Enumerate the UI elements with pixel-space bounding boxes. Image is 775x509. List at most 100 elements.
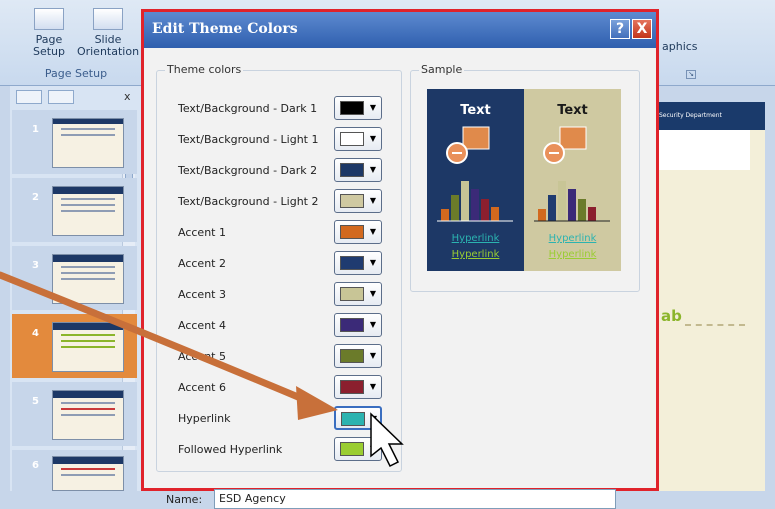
sample-followed-hyperlink: Hyperlink bbox=[451, 249, 500, 260]
dropdown-arrow-icon: ▼ bbox=[369, 258, 377, 267]
theme-color-label: Text/Background - Light 2 bbox=[178, 195, 319, 208]
color-swatch bbox=[340, 132, 364, 146]
dropdown-arrow-icon: ▼ bbox=[369, 289, 377, 298]
sample-shapes-dark bbox=[437, 126, 513, 222]
slide-number: 4 bbox=[32, 328, 39, 339]
theme-color-label: Text/Background - Dark 1 bbox=[178, 102, 318, 115]
slide-thumbnail[interactable] bbox=[52, 254, 124, 304]
dialog-titlebar[interactable]: Edit Theme Colors ? X bbox=[144, 12, 656, 48]
dropdown-arrow-icon: ▼ bbox=[369, 444, 377, 453]
slide-header: Security Department bbox=[655, 102, 765, 130]
slide-dashed-line bbox=[685, 324, 745, 326]
dropdown-arrow-icon: ▼ bbox=[370, 414, 378, 423]
slide-number: 5 bbox=[32, 396, 39, 407]
sample-text-label: Text bbox=[557, 103, 588, 118]
dropdown-arrow-icon: ▼ bbox=[369, 382, 377, 391]
theme-color-picker-button[interactable]: ▼ bbox=[334, 313, 382, 337]
slide-thumbnail[interactable] bbox=[52, 322, 124, 372]
tab-outline[interactable] bbox=[48, 90, 74, 104]
theme-color-picker-button[interactable]: ▼ bbox=[334, 189, 382, 213]
color-swatch bbox=[341, 412, 365, 426]
pane-tabs: x bbox=[12, 88, 137, 106]
dropdown-arrow-icon: ▼ bbox=[369, 351, 377, 360]
theme-colors-group-title: Theme colors bbox=[165, 63, 244, 76]
slide-number: 6 bbox=[32, 460, 39, 471]
dropdown-arrow-icon: ▼ bbox=[369, 320, 377, 329]
slide-thumbnail[interactable] bbox=[52, 186, 124, 236]
slide-orientation-icon bbox=[93, 8, 123, 30]
slide-thumbnail-row[interactable]: 5 bbox=[12, 382, 137, 446]
color-swatch bbox=[340, 380, 364, 394]
sample-group: Sample Text Hyperlink Hyperlink Text Hyp… bbox=[410, 63, 640, 292]
edit-theme-colors-dialog: Edit Theme Colors ? X Theme colors Text/… bbox=[141, 9, 659, 509]
slide-thumbnail-row[interactable]: 1 bbox=[12, 110, 137, 174]
theme-color-label: Text/Background - Light 1 bbox=[178, 133, 319, 146]
theme-color-label: Accent 5 bbox=[178, 350, 226, 363]
slide-thumbnail[interactable] bbox=[52, 456, 124, 491]
theme-color-picker-button[interactable]: ▼ bbox=[334, 282, 382, 306]
name-input[interactable]: ESD Agency bbox=[214, 489, 616, 509]
pane-close-icon[interactable]: x bbox=[124, 90, 131, 103]
dialog-body: Theme colors Text/Background - Dark 1 ▼ Te… bbox=[144, 48, 656, 509]
slide-number: 2 bbox=[32, 192, 39, 203]
color-swatch bbox=[340, 256, 364, 270]
slide-number: 3 bbox=[32, 260, 39, 271]
theme-color-label: Accent 1 bbox=[178, 226, 226, 239]
slide-orientation-button[interactable]: Slide Orientation bbox=[76, 8, 140, 58]
slide-thumbnail-row-selected[interactable]: 4 bbox=[12, 314, 137, 378]
sample-text-label: Text bbox=[460, 103, 491, 118]
slide-thumbnail-row[interactable]: 3 bbox=[12, 246, 137, 310]
theme-color-label: Text/Background - Dark 2 bbox=[178, 164, 318, 177]
theme-color-label: Followed Hyperlink bbox=[178, 443, 283, 456]
dialog-title: Edit Theme Colors bbox=[152, 21, 298, 37]
theme-color-picker-button[interactable]: ▼ bbox=[334, 437, 382, 461]
page-setup-button[interactable]: Page Setup bbox=[28, 8, 70, 58]
theme-color-label: Accent 2 bbox=[178, 257, 226, 270]
slide-canvas[interactable]: Security Department ab bbox=[655, 102, 765, 491]
slide-thumbnail-row[interactable]: 2 bbox=[12, 178, 137, 242]
color-swatch bbox=[340, 163, 364, 177]
color-swatch bbox=[340, 318, 364, 332]
color-swatch bbox=[340, 101, 364, 115]
theme-color-picker-button[interactable]: ▼ bbox=[334, 344, 382, 368]
theme-color-label: Accent 4 bbox=[178, 319, 226, 332]
smartart-graphics-label[interactable]: aphics bbox=[662, 40, 698, 53]
dropdown-arrow-icon: ▼ bbox=[369, 227, 377, 236]
theme-color-picker-button[interactable]: ▼ bbox=[334, 158, 382, 182]
page-setup-group-label: Page Setup bbox=[44, 67, 108, 80]
slide-text: ab bbox=[661, 307, 682, 325]
slide-thumbnail[interactable] bbox=[52, 390, 124, 440]
tab-slides[interactable] bbox=[16, 90, 42, 104]
color-swatch bbox=[340, 349, 364, 363]
dropdown-arrow-icon: ▼ bbox=[369, 103, 377, 112]
theme-color-picker-button[interactable]: ▼ bbox=[334, 127, 382, 151]
theme-color-picker-button[interactable]: ▼ bbox=[334, 375, 382, 399]
color-swatch bbox=[340, 442, 364, 456]
color-swatch bbox=[340, 225, 364, 239]
help-button[interactable]: ? bbox=[610, 19, 630, 39]
sample-dark-panel: Text Hyperlink Hyperlink bbox=[427, 89, 524, 271]
theme-color-picker-button[interactable]: ▼ bbox=[334, 220, 382, 244]
theme-color-label: Accent 6 bbox=[178, 381, 226, 394]
dialog-launcher-icon[interactable]: ↘ bbox=[686, 70, 696, 79]
dropdown-arrow-icon: ▼ bbox=[369, 165, 377, 174]
dropdown-arrow-icon: ▼ bbox=[369, 196, 377, 205]
slide-number: 1 bbox=[32, 124, 39, 135]
page-setup-label: Page Setup bbox=[32, 33, 66, 58]
sample-light-panel: Text Hyperlink Hyperlink bbox=[524, 89, 621, 271]
close-button[interactable]: X bbox=[632, 19, 652, 39]
slide-white-box bbox=[655, 130, 750, 170]
sample-hyperlink: Hyperlink bbox=[548, 233, 597, 244]
theme-color-picker-button[interactable]: ▼ bbox=[334, 96, 382, 120]
page-setup-icon bbox=[34, 8, 64, 30]
sample-group-title: Sample bbox=[419, 63, 465, 76]
dropdown-arrow-icon: ▼ bbox=[369, 134, 377, 143]
sample-shapes-light bbox=[534, 126, 610, 222]
theme-color-picker-button[interactable]: ▼ bbox=[334, 251, 382, 275]
slide-thumbnail-row[interactable]: 6 bbox=[12, 450, 137, 491]
sample-followed-hyperlink: Hyperlink bbox=[548, 249, 597, 260]
slide-thumbnail[interactable] bbox=[52, 118, 124, 168]
color-swatch bbox=[340, 287, 364, 301]
sample-hyperlink: Hyperlink bbox=[451, 233, 500, 244]
theme-color-picker-button[interactable]: ▼ bbox=[334, 406, 382, 430]
